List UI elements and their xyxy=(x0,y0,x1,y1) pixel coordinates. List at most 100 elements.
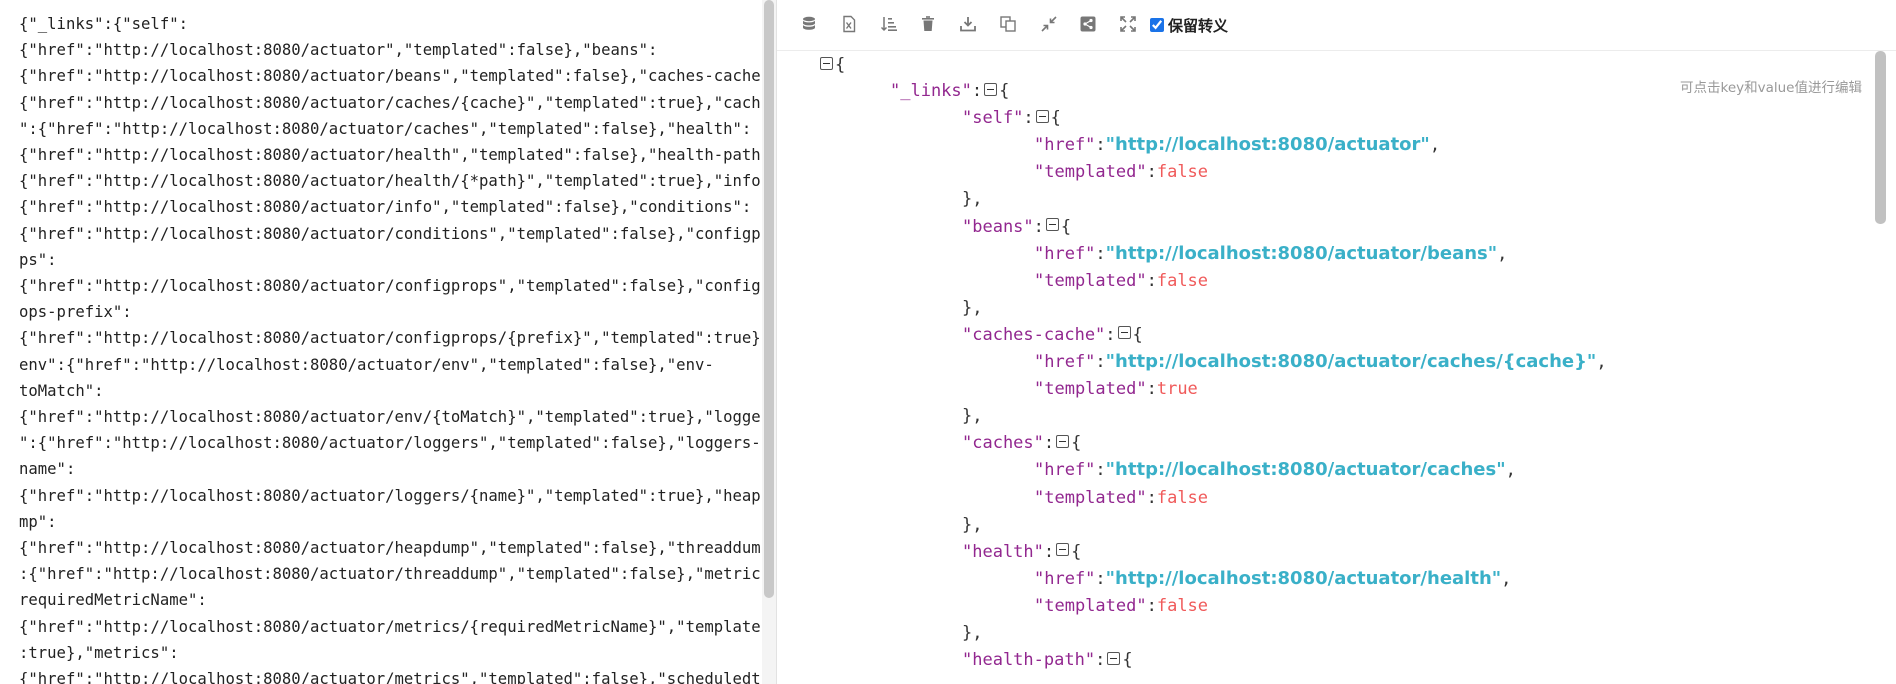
raw-json-text[interactable]: {"_links":{"self": {"href":"http://local… xyxy=(19,11,760,684)
excel-export-icon xyxy=(843,15,856,33)
colon: : xyxy=(1043,541,1055,562)
sort-button[interactable] xyxy=(878,13,900,35)
json-key[interactable]: "caches" xyxy=(962,433,1044,453)
json-key[interactable]: "templated" xyxy=(1034,271,1147,291)
copy-icon xyxy=(1000,16,1016,32)
tree-object-node: "_links": { xyxy=(890,78,1009,104)
json-key[interactable]: "href" xyxy=(1034,569,1095,589)
collapse-toggle-icon[interactable] xyxy=(1035,109,1049,123)
excel-export-button[interactable] xyxy=(838,13,860,35)
json-key[interactable]: "href" xyxy=(1034,244,1095,264)
expand-button[interactable] xyxy=(1117,13,1139,35)
tree-property: "templated":false xyxy=(1034,268,1208,294)
compress-button[interactable] xyxy=(1038,13,1060,35)
json-value[interactable]: "http://localhost:8080/actuator/caches/{… xyxy=(1106,351,1597,372)
raw-json-pane[interactable]: {"_links":{"self": {"href":"http://local… xyxy=(0,0,760,684)
json-key[interactable]: "href" xyxy=(1034,135,1095,155)
tree-scrollbar-thumb[interactable] xyxy=(1875,51,1886,224)
json-value[interactable]: "http://localhost:8080/actuator/beans" xyxy=(1106,243,1497,264)
tree-object-node: "caches-cache": { xyxy=(962,322,1143,348)
json-key[interactable]: "health" xyxy=(962,542,1044,562)
colon: : xyxy=(1095,352,1106,372)
colon: : xyxy=(1095,135,1106,156)
tree-close-brace: }, xyxy=(962,620,982,646)
tree-object-node: "caches": { xyxy=(962,430,1081,456)
database-button[interactable] xyxy=(798,13,820,35)
colon: : xyxy=(1043,433,1055,454)
json-value[interactable]: false xyxy=(1157,596,1208,616)
json-key[interactable]: "templated" xyxy=(1034,379,1147,399)
collapse-toggle-icon[interactable] xyxy=(1056,434,1070,448)
json-key[interactable]: "templated" xyxy=(1034,596,1147,616)
keep-escape-checkbox[interactable] xyxy=(1150,18,1164,32)
colon: : xyxy=(1095,650,1106,671)
colon: : xyxy=(1095,243,1106,264)
colon: : xyxy=(971,81,983,101)
json-value[interactable]: "http://localhost:8080/actuator/caches" xyxy=(1106,459,1506,480)
colon: : xyxy=(1095,568,1106,589)
comma: , xyxy=(1596,352,1607,372)
tree-object-node: "beans": { xyxy=(962,214,1071,240)
json-key[interactable]: "beans" xyxy=(962,217,1034,237)
keep-escape-option[interactable]: 保留转义 xyxy=(1150,14,1228,36)
close-brace: }, xyxy=(962,406,983,427)
tree-property: "href":"http://localhost:8080/actuator/b… xyxy=(1034,241,1507,267)
share-button[interactable] xyxy=(1077,13,1099,35)
tree-close-brace: }, xyxy=(962,186,982,212)
colon: : xyxy=(1146,162,1157,183)
colon: : xyxy=(1023,108,1034,129)
colon: : xyxy=(1146,379,1157,400)
json-value[interactable]: false xyxy=(1157,488,1208,508)
tree-object-node: "self": { xyxy=(962,105,1061,131)
tree-property: "href":"http://localhost:8080/actuator", xyxy=(1034,132,1440,158)
close-brace: }, xyxy=(962,297,983,318)
tree-property: "href":"http://localhost:8080/actuator/h… xyxy=(1034,566,1511,592)
open-brace: { xyxy=(1060,216,1072,237)
json-key[interactable]: "templated" xyxy=(1034,162,1147,182)
raw-pane-scrollbar-thumb[interactable] xyxy=(764,0,774,598)
close-brace: }, xyxy=(962,189,983,210)
comma: , xyxy=(1497,243,1508,264)
json-key[interactable]: "caches-cache" xyxy=(962,325,1105,345)
colon: : xyxy=(1105,324,1116,345)
collapse-toggle-icon[interactable] xyxy=(1045,218,1059,231)
collapse-toggle-icon[interactable] xyxy=(1107,651,1121,665)
json-value[interactable]: true xyxy=(1157,379,1198,399)
comma: , xyxy=(1501,568,1512,589)
json-key[interactable]: "_links" xyxy=(890,81,972,101)
tree-close-brace: }, xyxy=(962,403,982,429)
json-tree-view[interactable]: { "_links":{"self":{"href":"http://local… xyxy=(777,51,1872,684)
json-key[interactable]: "health-path" xyxy=(962,650,1095,670)
clear-button[interactable] xyxy=(917,13,939,35)
collapse-toggle-icon[interactable] xyxy=(1117,326,1131,340)
colon: : xyxy=(1033,216,1044,237)
json-key[interactable]: "self" xyxy=(962,108,1023,128)
collapse-toggle-icon[interactable] xyxy=(984,82,998,96)
json-key[interactable]: "href" xyxy=(1034,352,1095,372)
download-button[interactable] xyxy=(957,13,979,35)
json-key[interactable]: "templated" xyxy=(1034,488,1147,508)
json-value[interactable]: "http://localhost:8080/actuator" xyxy=(1106,134,1430,155)
tree-root: { xyxy=(818,52,845,78)
collapse-toggle-icon[interactable] xyxy=(820,56,833,70)
json-value[interactable]: "http://localhost:8080/actuator/health" xyxy=(1106,568,1501,589)
edit-hint-text: 可点击key和value值进行编辑 xyxy=(1679,80,1862,96)
open-brace: { xyxy=(1132,324,1143,345)
trash-icon xyxy=(922,16,934,31)
colon: : xyxy=(1146,487,1157,508)
open-brace: { xyxy=(1122,650,1133,671)
toolbar: 保留转义 xyxy=(777,0,1896,51)
tree-object-node: "health-path": { xyxy=(962,647,1133,673)
colon: : xyxy=(1095,460,1106,481)
json-value[interactable]: false xyxy=(1157,271,1208,291)
collapse-toggle-icon[interactable] xyxy=(1056,543,1070,557)
open-brace: { xyxy=(1071,433,1082,454)
colon: : xyxy=(1146,270,1157,291)
tree-property: "templated":false xyxy=(1034,485,1208,511)
comma: , xyxy=(1429,135,1441,156)
tree-property: "templated":false xyxy=(1034,593,1208,619)
copy-button[interactable] xyxy=(997,13,1019,35)
open-brace: { xyxy=(1071,541,1082,562)
json-key[interactable]: "href" xyxy=(1034,460,1095,480)
json-value[interactable]: false xyxy=(1157,162,1208,182)
